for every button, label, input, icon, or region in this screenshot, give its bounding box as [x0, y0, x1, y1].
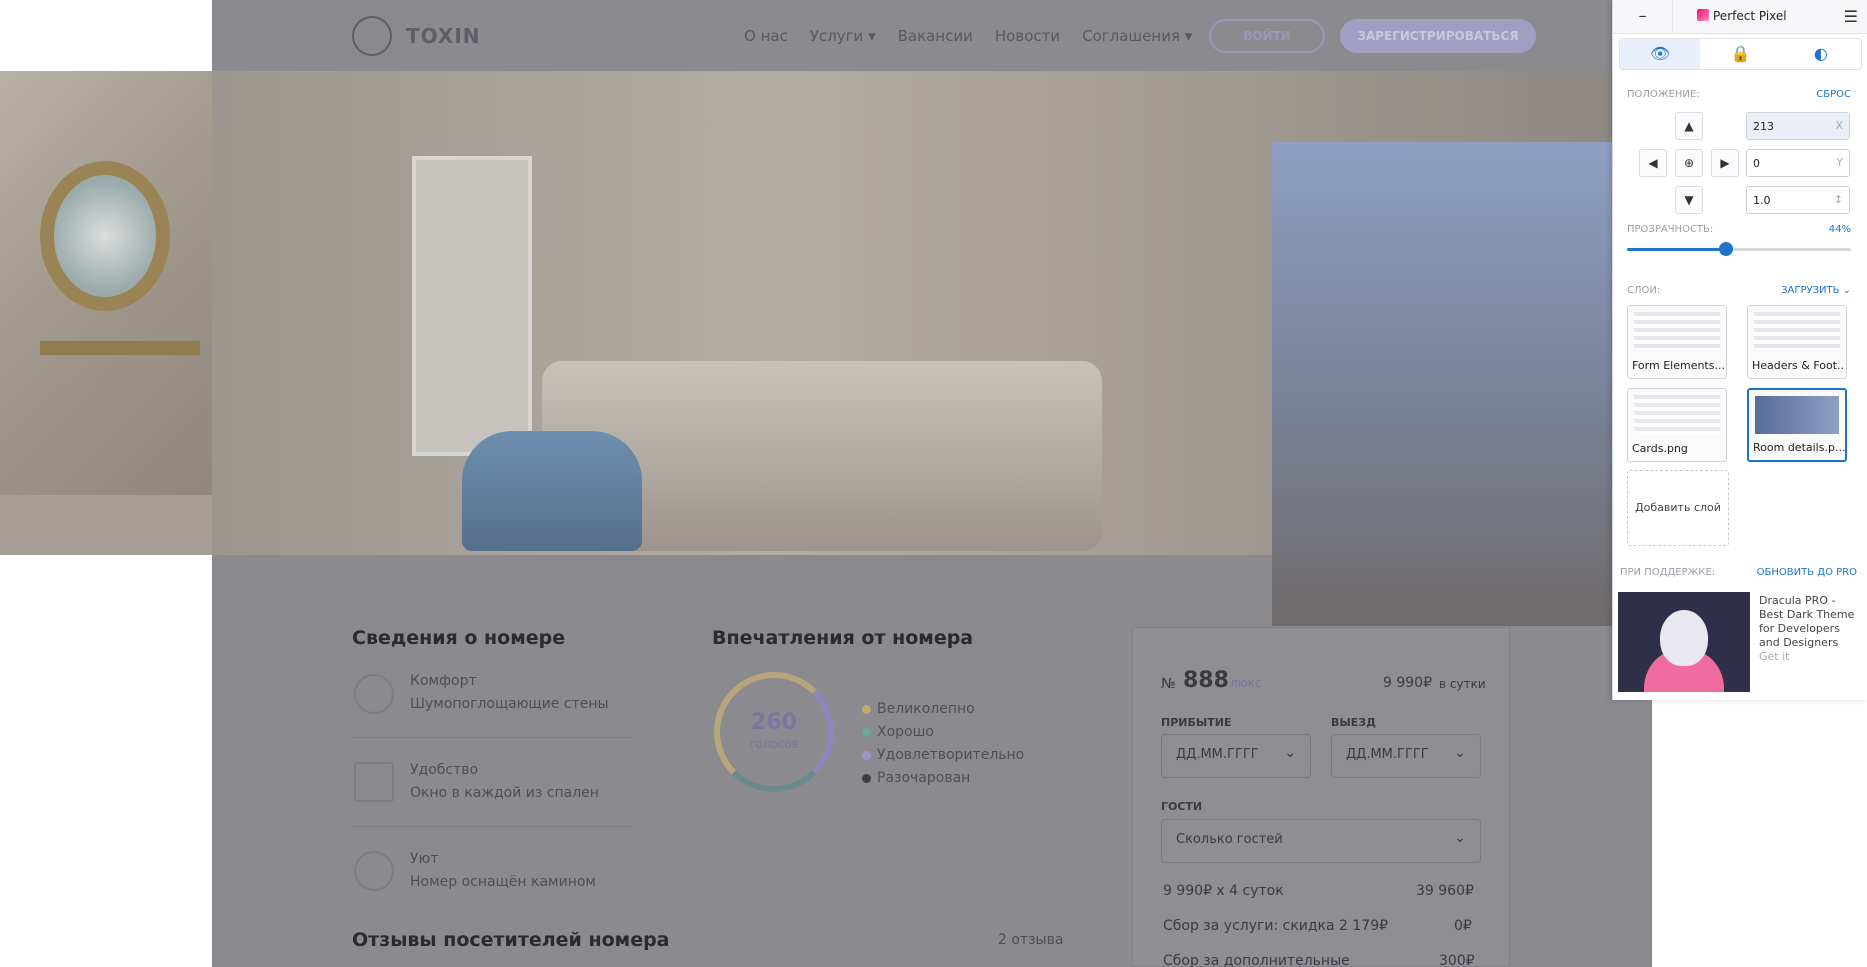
feature-subtitle: Номер оснащён камином — [410, 874, 596, 890]
chevron-down-icon: ⌄ — [1284, 745, 1296, 761]
room-number: 888 — [1183, 668, 1229, 693]
legend-item: Разочарован — [862, 770, 970, 786]
reset-button[interactable]: СБРОС — [1816, 89, 1851, 100]
legend-item: Великолепно — [862, 701, 975, 717]
opacity-value: 44% — [1828, 224, 1851, 235]
panel-titlebar: – Perfect Pixel ☰ — [1613, 0, 1867, 34]
register-button[interactable]: ЗАРЕГИСТРИРОВАТЬСЯ — [1340, 19, 1536, 53]
mode-tabs: 👁 🔒 ◐ — [1619, 38, 1862, 70]
support-label: ПРИ ПОДДЕРЖКЕ: — [1620, 567, 1716, 578]
page: TOXIN О нас Услуги ▾ Вакансии Новости Со… — [0, 0, 1867, 967]
feature-title: Комфорт — [410, 673, 477, 689]
scale-input[interactable]: 1.0 ↕ — [1746, 186, 1850, 214]
arrival-date-field[interactable]: ДД.ММ.ГГГГ ⌄ — [1161, 734, 1311, 778]
departure-date-field[interactable]: ДД.ММ.ГГГГ ⌄ — [1331, 734, 1481, 778]
nav-item-news[interactable]: Новости — [995, 27, 1060, 45]
site-header: TOXIN О нас Услуги ▾ Вакансии Новости Со… — [212, 0, 1652, 71]
ad-get-link[interactable]: Get it — [1759, 650, 1789, 663]
upload-button[interactable]: ЗАГРУЗИТЬ ⌄ — [1781, 285, 1851, 296]
position-label: ПОЛОЖЕНИЕ: — [1627, 89, 1700, 100]
dracula-ad-image[interactable] — [1618, 592, 1750, 692]
room-info-title: Сведения о номере — [352, 627, 566, 649]
divider — [352, 826, 632, 827]
guests-label: ГОСТИ — [1161, 800, 1203, 813]
arrow-left-icon[interactable]: ◀ — [1639, 149, 1667, 177]
layer-thumbnail[interactable]: Form Elements... — [1627, 305, 1727, 379]
login-button[interactable]: ВОЙТИ — [1209, 19, 1325, 53]
opacity-label: ПРОЗРАЧНОСТЬ: — [1627, 224, 1714, 235]
layer-thumbnail[interactable]: Cards.png — [1627, 388, 1727, 462]
slider-handle[interactable] — [1718, 242, 1733, 256]
guests-dropdown[interactable]: Сколько гостей ⌄ — [1161, 819, 1481, 863]
armchair-decor — [462, 431, 642, 551]
logo-icon[interactable] — [352, 16, 392, 56]
feature-title: Уют — [410, 851, 439, 867]
dracula-icon — [1660, 610, 1708, 666]
hero-photo-left — [0, 71, 212, 555]
reviews-count: 2 отзыва — [998, 932, 1064, 948]
layer-thumbnail-selected[interactable]: Room details.p... — [1747, 388, 1847, 462]
smile-icon — [354, 674, 394, 714]
console-table-decor — [40, 341, 200, 461]
add-layer-button[interactable]: Добавить слой — [1627, 470, 1729, 546]
arrival-label: ПРИБЫТИЕ — [1161, 716, 1232, 729]
nav-item-about[interactable]: О нас — [744, 27, 788, 45]
y-position-input[interactable]: 0Y — [1746, 149, 1850, 177]
arrow-down-icon[interactable]: ▼ — [1675, 186, 1703, 214]
reviews-title: Отзывы посетителей номера — [352, 929, 670, 951]
room-type: люкс — [1230, 676, 1262, 690]
votes-count: 260 — [751, 710, 797, 735]
mirror-decor — [40, 161, 170, 311]
nav-item-services[interactable]: Услуги ▾ — [810, 27, 876, 45]
chevron-down-icon: ⌄ — [1454, 830, 1466, 846]
fire-icon — [354, 851, 394, 891]
legend-dot-icon — [862, 727, 871, 737]
booking-card: № 888 люкс 9 990₽ в сутки ПРИБЫТИЕ ВЫЕЗД… — [1132, 627, 1510, 967]
legend-dot-icon — [862, 704, 871, 714]
perfect-pixel-panel: – Perfect Pixel ☰ 👁 🔒 ◐ ПОЛОЖЕНИЕ: СБРОС… — [1612, 0, 1867, 700]
hero-photo — [212, 71, 1612, 626]
legend-dot-icon — [862, 750, 871, 760]
x-position-input[interactable]: 213 X — [1746, 112, 1850, 140]
ad-text[interactable]: Dracula PRO - Best Dark Theme for Develo… — [1759, 594, 1859, 650]
invert-icon[interactable]: ◐ — [1781, 39, 1861, 69]
upgrade-link[interactable]: ОБНОВИТЬ ДО PRO — [1757, 567, 1857, 578]
minimize-button[interactable]: – — [1613, 0, 1673, 34]
lock-icon[interactable]: 🔒 — [1700, 39, 1780, 69]
price-per: в сутки — [1439, 677, 1486, 691]
room-price: 9 990₽ — [1383, 675, 1432, 691]
overlay-page: TOXIN О нас Услуги ▾ Вакансии Новости Со… — [212, 0, 1652, 967]
menu-icon[interactable]: ☰ — [1844, 7, 1858, 26]
feature-subtitle: Окно в каждой из спален — [410, 785, 599, 801]
door-decor — [412, 156, 532, 456]
chevron-down-icon: ⌄ — [1454, 745, 1466, 761]
layers-label: СЛОИ: — [1627, 285, 1661, 296]
departure-label: ВЫЕЗД — [1331, 716, 1376, 729]
building-icon — [354, 762, 394, 802]
feature-subtitle: Шумопоглощающие стены — [410, 696, 609, 712]
impressions-title: Впечатления от номера — [712, 627, 974, 649]
arrow-right-icon[interactable]: ▶ — [1711, 149, 1739, 177]
nav-item-agreements[interactable]: Соглашения ▾ — [1082, 27, 1192, 45]
panel-title: Perfect Pixel — [1697, 9, 1787, 23]
perfect-pixel-logo-icon — [1697, 9, 1709, 21]
legend-item: Удовлетворительно — [862, 747, 1024, 763]
arrow-up-icon[interactable]: ▲ — [1675, 112, 1703, 140]
opacity-slider[interactable] — [1627, 242, 1851, 256]
eye-icon[interactable]: 👁 — [1620, 39, 1701, 69]
logo-text[interactable]: TOXIN — [406, 24, 481, 48]
center-icon[interactable]: ⊕ — [1675, 149, 1703, 177]
hero-photo-right — [1272, 142, 1612, 626]
votes-label: голосов — [749, 737, 799, 751]
legend-dot-icon — [862, 773, 871, 783]
main-nav: О нас Услуги ▾ Вакансии Новости Соглашен… — [744, 27, 1192, 45]
layer-thumbnail[interactable]: Headers & Foot... — [1747, 305, 1847, 379]
feature-title: Удобство — [410, 762, 479, 778]
nav-item-vacancies[interactable]: Вакансии — [898, 27, 973, 45]
divider — [352, 737, 632, 738]
legend-item: Хорошо — [862, 724, 934, 740]
